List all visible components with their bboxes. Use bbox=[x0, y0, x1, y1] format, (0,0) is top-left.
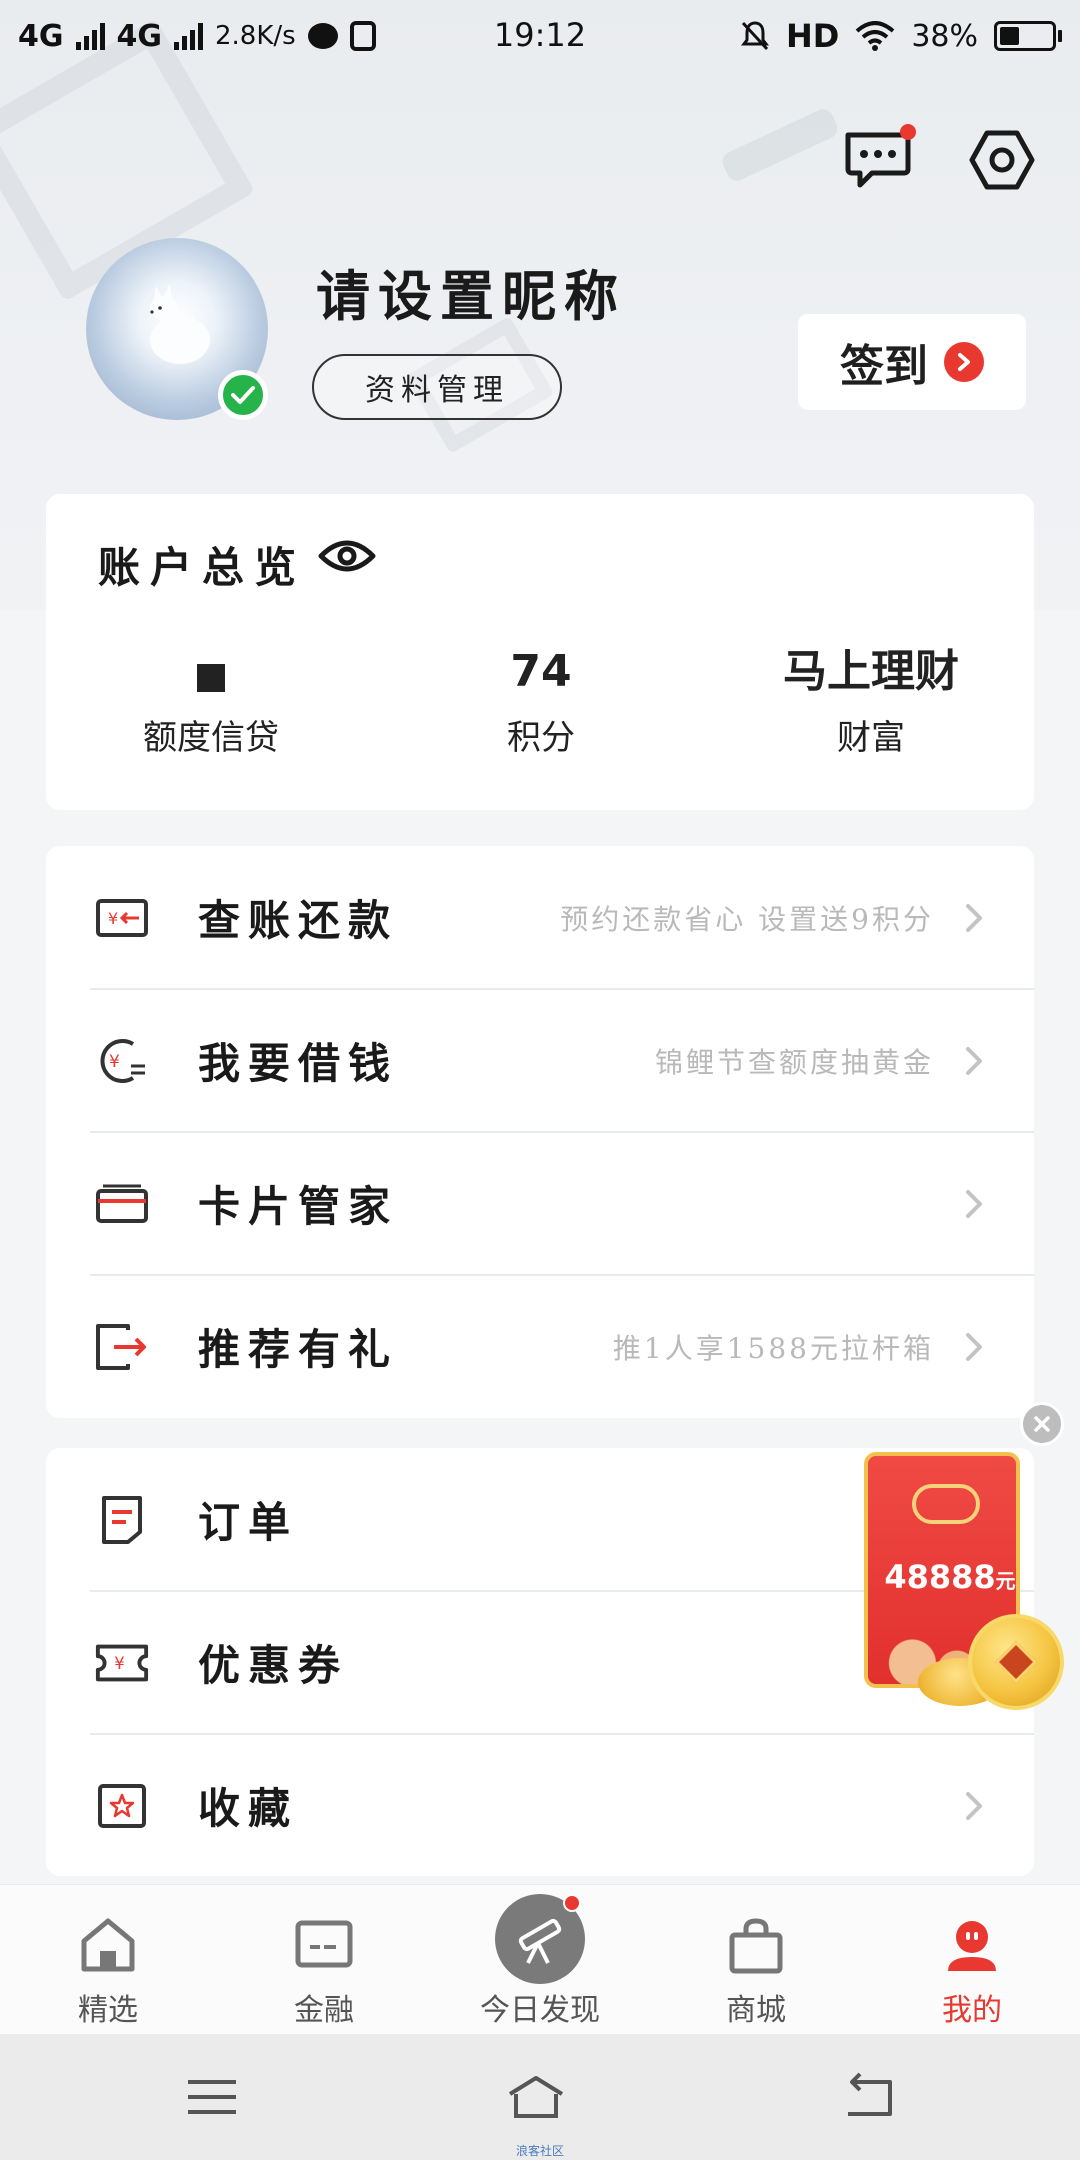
share-exit-icon bbox=[94, 1319, 150, 1375]
nav-label: 我的 bbox=[942, 1993, 1002, 2028]
overview-wealth-label: 财富 bbox=[837, 718, 905, 758]
arctic-fox-image bbox=[150, 284, 210, 364]
eye-icon[interactable] bbox=[318, 536, 376, 576]
back-icon[interactable] bbox=[838, 2072, 898, 2122]
account-overview-card: 账户总览 额度信贷 74 积分 马上理财 财富 bbox=[46, 494, 1034, 810]
overview-credit[interactable]: 额度信贷 bbox=[61, 644, 361, 759]
menu-label: 订单 bbox=[198, 1498, 299, 1547]
knot-ornament-icon bbox=[912, 1484, 980, 1524]
messages-button[interactable] bbox=[838, 120, 918, 200]
services-menu-card: ¥ 查账还款 预约还款省心 设置送9积分 ¥ 我要借钱 锦鲤节查额度抽黄金 卡片… bbox=[46, 846, 1034, 1418]
checkmark-icon bbox=[231, 386, 255, 404]
system-nav-bar: 浪客社区 bbox=[0, 2034, 1080, 2160]
decor-plane-shape bbox=[719, 106, 841, 184]
nav-label: 金融 bbox=[294, 1993, 354, 2028]
borrow-money-icon: ¥ bbox=[94, 1033, 150, 1089]
gold-coin-icon bbox=[968, 1614, 1064, 1710]
nav-mall[interactable]: 商城 bbox=[648, 1885, 864, 2035]
menu-icon[interactable] bbox=[182, 2072, 242, 2122]
card-icon bbox=[94, 1176, 150, 1232]
card-finance-icon bbox=[295, 1920, 353, 1968]
points-value: 74 bbox=[510, 646, 572, 697]
bill-repay-icon: ¥ bbox=[94, 890, 150, 946]
svg-text:¥: ¥ bbox=[114, 1653, 124, 1672]
verified-badge bbox=[218, 370, 268, 420]
nav-finance[interactable]: 金融 bbox=[216, 1885, 432, 2035]
home-system-icon[interactable] bbox=[506, 2072, 566, 2122]
menu-label: 我要借钱 bbox=[198, 1039, 399, 1088]
menu-hint: 预约还款省心 设置送9积分 bbox=[560, 902, 934, 936]
chevron-right-icon bbox=[966, 1791, 982, 1820]
close-icon bbox=[1034, 1416, 1050, 1432]
red-packet-amount: 48888元 bbox=[884, 1558, 1016, 1596]
telescope-icon bbox=[518, 1918, 562, 1964]
overview-title: 账户总览 bbox=[98, 543, 307, 592]
credit-value-masked bbox=[61, 644, 361, 700]
nav-mine[interactable]: 我的 bbox=[864, 1885, 1080, 2035]
wealth-value: 马上理财 bbox=[783, 646, 959, 697]
overview-points[interactable]: 74 积分 bbox=[391, 644, 691, 759]
coupon-icon: ¥ bbox=[94, 1635, 150, 1691]
menu-label: 推荐有礼 bbox=[198, 1325, 399, 1374]
star-box-icon bbox=[94, 1778, 150, 1834]
nav-label: 精选 bbox=[78, 1993, 138, 2028]
chevron-right-icon bbox=[966, 903, 982, 932]
shopping-bag-icon bbox=[729, 1918, 783, 1974]
signin-label: 签到 bbox=[840, 341, 928, 392]
overview-wealth[interactable]: 马上理财 财富 bbox=[721, 644, 1021, 759]
discover-unread-dot bbox=[563, 1894, 581, 1912]
nav-label: 今日发现 bbox=[480, 1993, 600, 2028]
nav-label: 商城 bbox=[726, 1993, 786, 2028]
order-doc-icon bbox=[94, 1492, 150, 1548]
close-promo-button[interactable] bbox=[1020, 1402, 1064, 1446]
chevron-right-icon bbox=[966, 1332, 982, 1361]
overview-points-label: 积分 bbox=[507, 718, 575, 758]
masked-value-icon bbox=[197, 664, 225, 692]
signin-button[interactable]: 签到 bbox=[798, 314, 1026, 410]
menu-row-bill-repay[interactable]: ¥ 查账还款 预约还款省心 设置送9积分 bbox=[46, 846, 1034, 989]
overview-credit-label: 额度信贷 bbox=[143, 718, 279, 758]
menu-label: 查账还款 bbox=[198, 896, 399, 945]
settings-button[interactable] bbox=[962, 120, 1042, 200]
menu-row-card-manager[interactable]: 卡片管家 bbox=[46, 1132, 1034, 1275]
chevron-right-icon bbox=[966, 1046, 982, 1075]
status-bar: 4G 4G 2.8K/s 19:12 HD 38% bbox=[0, 0, 1080, 72]
chevron-right-icon bbox=[944, 342, 984, 382]
nav-featured[interactable]: 精选 bbox=[0, 1885, 216, 2035]
avatar[interactable] bbox=[86, 238, 268, 420]
gear-icon bbox=[969, 130, 1035, 190]
clock: 19:12 bbox=[493, 16, 587, 54]
menu-row-borrow[interactable]: ¥ 我要借钱 锦鲤节查额度抽黄金 bbox=[46, 989, 1034, 1132]
menu-label: 收藏 bbox=[198, 1784, 299, 1833]
chevron-right-icon bbox=[966, 1189, 982, 1218]
menu-row-referral[interactable]: 推荐有礼 推1人享1588元拉杆箱 bbox=[46, 1275, 1034, 1418]
nickname[interactable]: 请设置昵称 bbox=[316, 252, 626, 331]
page: { "status_bar": { "net1": "4G", "net2": … bbox=[0, 0, 1080, 2160]
svg-text:¥: ¥ bbox=[109, 1052, 120, 1072]
profile-face-icon bbox=[948, 1921, 996, 1971]
menu-hint: 锦鲤节查额度抽黄金 bbox=[654, 1045, 934, 1079]
unread-dot bbox=[900, 124, 916, 140]
system-caption: 浪客社区 bbox=[515, 2144, 564, 2158]
svg-text:¥: ¥ bbox=[108, 909, 118, 928]
menu-row-favorites[interactable]: 收藏 bbox=[46, 1734, 1034, 1877]
home-icon bbox=[81, 1918, 135, 1972]
menu-hint: 推1人享1588元拉杆箱 bbox=[612, 1331, 934, 1365]
profile-manage-button[interactable]: 资料管理 bbox=[312, 354, 562, 420]
menu-label: 优惠券 bbox=[198, 1641, 349, 1690]
menu-label: 卡片管家 bbox=[198, 1182, 399, 1231]
